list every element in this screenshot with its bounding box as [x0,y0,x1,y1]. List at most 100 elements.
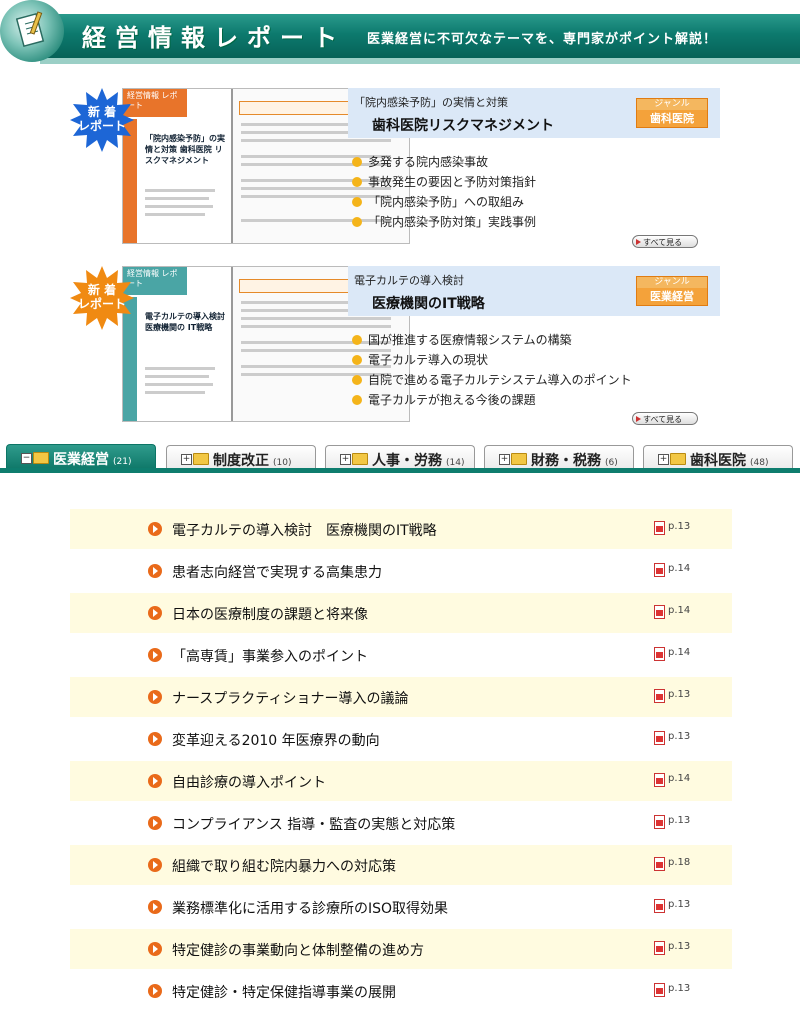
arrow-right-icon [148,522,162,536]
expand-icon: + [340,454,351,465]
report-title[interactable]: 医療機関のIT戦略 [372,293,485,313]
report-title[interactable]: 歯科医院リスクマネジメント [372,115,554,135]
see-all-button[interactable]: すべて見る [632,235,698,248]
list-item: 自院で進める電子カルテシステム導入のポイント [352,370,632,390]
table-row[interactable]: 電子カルテの導入検討 医療機関のIT戦略 p.13 [70,509,732,551]
report-link[interactable]: 「高専賃」事業参入のポイント [172,646,368,666]
header-banner: 経営情報レポート 医業経営に不可欠なテーマを、専門家がポイント解説！ [0,0,800,64]
cover-text-line [145,189,215,192]
report-link[interactable]: 変革迎える2010 年医療界の動向 [172,730,380,750]
tab-label: 歯科医院 (48) [690,450,768,470]
report-link[interactable]: 自由診療の導入ポイント [172,772,326,792]
report-list: 電子カルテの導入検討 医療機関のIT戦略 p.13 患者志向経営で実現する高集患力… [70,509,732,1013]
cover-front: 経営情報 レポート 電子カルテの導入検討 医療機関の IT戦略 [123,267,233,421]
pdf-icon[interactable] [654,647,665,661]
tab-label-text: 医業経営 [53,452,109,468]
report-link[interactable]: 特定健診の事業動向と体制整備の進め方 [172,940,424,960]
badge-new: 新 着 [87,105,117,119]
table-row[interactable]: 「高専賃」事業参入のポイント p.14 [70,635,732,677]
report-link[interactable]: 業務標準化に活用する診療所のISO取得効果 [172,898,448,918]
genre-badge: ジャンル 医業経営 [636,276,708,306]
folder-icon [193,453,209,465]
list-item: 「院内感染予防対策」実践事例 [352,212,536,232]
tab-iryo-keiei[interactable]: − 医業経営 (21) [6,444,156,471]
page-count: p.14 [668,605,691,616]
arrow-right-icon [148,606,162,620]
table-row[interactable]: 日本の医療制度の課題と将来像 p.14 [70,593,732,635]
page-count: p.13 [668,689,691,700]
table-row[interactable]: コンプライアンス 指導・監査の実態と対応策 p.13 [70,803,732,845]
arrow-right-icon [148,942,162,956]
pdf-icon[interactable] [654,731,665,745]
arrow-right-icon [148,732,162,746]
topic-text: 国が推進する医療情報システムの構築 [368,333,572,347]
tab-jinji-roumu[interactable]: + 人事・労務 (14) [325,445,475,470]
see-all-button[interactable]: すべて見る [632,412,698,425]
table-row[interactable]: 特定健診・特定保健指導事業の展開 p.13 [70,971,732,1013]
topic-text: 自院で進める電子カルテシステム導入のポイント [368,373,632,387]
table-row[interactable]: 自由診療の導入ポイント p.14 [70,761,732,803]
genre-value: 医業経営 [637,288,707,305]
pdf-icon[interactable] [654,899,665,913]
pdf-icon[interactable] [654,773,665,787]
list-item: 国が推進する医療情報システムの構築 [352,330,632,350]
table-row[interactable]: 患者志向経営で実現する高集患力 p.14 [70,551,732,593]
cover-text-line [145,205,213,208]
table-row[interactable]: ナースプラクティショナー導入の議論 p.13 [70,677,732,719]
report-link[interactable]: 組織で取り組む院内暴力への対応策 [172,856,396,876]
report-pretitle: 電子カルテの導入検討 [354,274,464,287]
tab-count: (10) [273,458,292,468]
tab-count: (48) [750,458,769,468]
table-row[interactable]: 業務標準化に活用する診療所のISO取得効果 p.13 [70,887,732,929]
report-link[interactable]: 電子カルテの導入検討 医療機関のIT戦略 [172,520,437,540]
tab-zaimu-zeimu[interactable]: + 財務・税務 (6) [484,445,634,470]
tab-label-text: 財務・税務 [531,453,601,469]
report-link[interactable]: 特定健診・特定保健指導事業の展開 [172,982,396,1002]
arrow-right-icon [148,900,162,914]
badge-report: レポート [77,119,126,133]
pdf-icon[interactable] [654,857,665,871]
report-link[interactable]: 患者志向経営で実現する高集患力 [172,562,382,582]
report-topics: 多発する院内感染事故 事故発生の要因と予防対策指針 「院内感染予防」への取組み … [352,152,536,232]
report-link[interactable]: コンプライアンス 指導・監査の実態と対応策 [172,814,455,834]
page-count: p.13 [668,899,691,910]
pdf-icon[interactable] [654,563,665,577]
expand-icon: + [181,454,192,465]
table-row[interactable]: 特定健診の事業動向と体制整備の進め方 p.13 [70,929,732,971]
page-title: 経営情報レポート [82,24,346,52]
report-emblem-icon [0,0,64,62]
page-count: p.13 [668,941,691,952]
folder-icon [670,453,686,465]
genre-badge: ジャンル 歯科医院 [636,98,708,128]
folder-icon [511,453,527,465]
pdf-icon[interactable] [654,983,665,997]
pdf-icon[interactable] [654,941,665,955]
report-topics: 国が推進する医療情報システムの構築 電子カルテ導入の現状 自院で進める電子カルテ… [352,330,632,410]
pdf-icon[interactable] [654,815,665,829]
report-link[interactable]: 日本の医療制度の課題と将来像 [172,604,368,624]
tab-label-text: 人事・労務 [372,453,442,469]
topic-text: 「院内感染予防対策」実践事例 [368,215,537,229]
tab-seido-kaisei[interactable]: + 制度改正 (10) [166,445,316,470]
list-item: 「院内感染予防」への取組み [352,192,536,212]
bullet-dot-icon [352,335,362,345]
cover-text-line [241,139,391,142]
pdf-icon[interactable] [654,689,665,703]
table-row[interactable]: 組織で取り組む院内暴力への対応策 p.18 [70,845,732,887]
cover-text-line [145,367,215,370]
tab-count: (6) [605,458,618,468]
cover-text-line [241,325,391,328]
pdf-icon[interactable] [654,605,665,619]
bullet-dot-icon [352,197,362,207]
list-item: 多発する院内感染事故 [352,152,536,172]
pdf-icon[interactable] [654,521,665,535]
topic-text: 電子カルテが抱える今後の課題 [368,393,536,407]
bullet-dot-icon [352,375,362,385]
cover-text-line [145,197,209,200]
genre-label: ジャンル [637,277,707,288]
cover-text-line [145,375,209,378]
report-link[interactable]: ナースプラクティショナー導入の議論 [172,688,408,708]
genre-label: ジャンル [637,99,707,110]
tab-shika-iin[interactable]: + 歯科医院 (48) [643,445,793,470]
table-row[interactable]: 変革迎える2010 年医療界の動向 p.13 [70,719,732,761]
